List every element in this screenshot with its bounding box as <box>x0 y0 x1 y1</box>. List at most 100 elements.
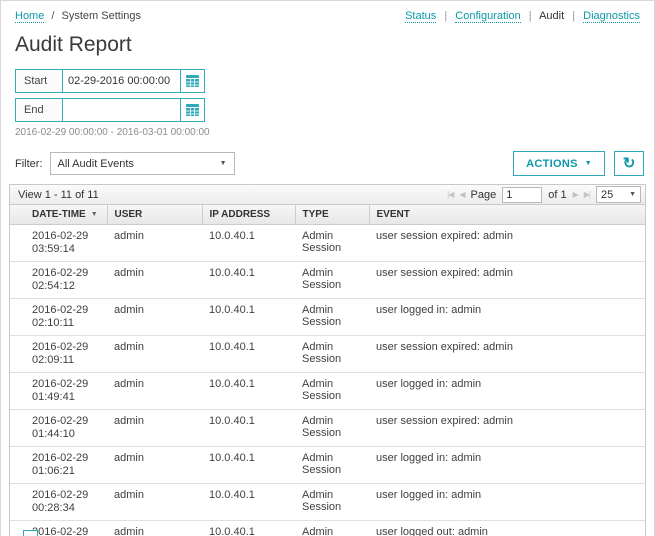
cell-time: 02:10:11 <box>32 317 100 330</box>
cell-type: Admin Session <box>295 483 369 520</box>
filter-selected-value: All Audit Events <box>58 158 134 170</box>
cell-user: admin <box>107 483 202 520</box>
nav-separator: | <box>529 10 532 22</box>
audit-grid: View 1 - 11 of 11 |◀ ◀ Page of 1 ▶ ▶| 25… <box>9 184 646 536</box>
cell-ip-address: 10.0.40.1 <box>202 372 295 409</box>
cell-date: 2016-02-29 <box>32 526 100 536</box>
calendar-icon <box>186 75 199 87</box>
cell-time: 01:49:41 <box>32 391 100 404</box>
cell-type: Admin Session <box>295 446 369 483</box>
nav-status-link[interactable]: Status <box>405 10 436 23</box>
cell-ip-address: 10.0.40.1 <box>202 224 295 261</box>
table-row[interactable]: 2016-02-29 01:06:21 admin 10.0.40.1 Admi… <box>10 446 645 483</box>
cell-time: 01:06:21 <box>32 465 100 478</box>
table-row[interactable]: 2016-02-29 00:28:28 admin 10.0.40.1 Admi… <box>10 520 645 536</box>
cell-event: user session expired: admin <box>369 335 645 372</box>
prev-page-button[interactable]: ◀ <box>459 190 464 199</box>
cell-date-time: 2016-02-29 01:49:41 <box>10 372 107 409</box>
cell-ip-address: 10.0.40.1 <box>202 261 295 298</box>
cell-event: user session expired: admin <box>369 261 645 298</box>
calendar-icon <box>186 104 199 116</box>
column-label: DATE-TIME <box>32 209 86 220</box>
cell-ip-address: 10.0.40.1 <box>202 335 295 372</box>
cell-event: user logged in: admin <box>369 298 645 335</box>
cell-time: 02:54:12 <box>32 280 100 293</box>
cell-user: admin <box>107 520 202 536</box>
partial-calendar-box <box>23 530 38 536</box>
cell-user: admin <box>107 372 202 409</box>
top-bar: Home / System Settings Status | Configur… <box>9 1 646 22</box>
cell-user: admin <box>107 224 202 261</box>
cell-date-time: 2016-02-29 03:59:14 <box>10 224 107 261</box>
cell-user: admin <box>107 335 202 372</box>
table-row[interactable]: 2016-02-29 01:44:10 admin 10.0.40.1 Admi… <box>10 409 645 446</box>
pagination: |◀ ◀ Page of 1 ▶ ▶| 25 ▼ <box>447 186 641 203</box>
cell-user: admin <box>107 298 202 335</box>
column-header-event[interactable]: EVENT <box>369 205 645 224</box>
last-page-button[interactable]: ▶| <box>584 190 590 199</box>
cell-date-time: 2016-02-29 01:06:21 <box>10 446 107 483</box>
cell-type: Admin Session <box>295 372 369 409</box>
table-row[interactable]: 2016-02-29 02:54:12 admin 10.0.40.1 Admi… <box>10 261 645 298</box>
cell-date-time: 2016-02-29 01:44:10 <box>10 409 107 446</box>
cell-date-time: 2016-02-29 02:10:11 <box>10 298 107 335</box>
cell-ip-address: 10.0.40.1 <box>202 298 295 335</box>
date-range-text: 2016-02-29 00:00:00 - 2016-03-01 00:00:0… <box>15 127 640 138</box>
end-date-input[interactable] <box>63 99 180 121</box>
audit-events-filter-select[interactable]: All Audit Events ▼ <box>50 152 235 175</box>
chevron-down-icon: ▼ <box>220 160 227 167</box>
column-header-ip-address[interactable]: IP ADDRESS <box>202 205 295 224</box>
nav-configuration-link[interactable]: Configuration <box>455 10 520 23</box>
cell-time: 01:44:10 <box>32 428 100 441</box>
cell-type: Admin Session <box>295 224 369 261</box>
cell-user: admin <box>107 261 202 298</box>
cell-user: admin <box>107 446 202 483</box>
cell-date: 2016-02-29 <box>32 452 100 465</box>
nav-audit-current: Audit <box>539 10 564 22</box>
column-header-user[interactable]: USER <box>107 205 202 224</box>
cell-date: 2016-02-29 <box>32 341 100 354</box>
page-of-text: of 1 <box>548 189 566 201</box>
column-header-date-time[interactable]: DATE-TIME ▼ <box>10 205 107 224</box>
column-header-type[interactable]: TYPE <box>295 205 369 224</box>
refresh-button[interactable]: ↻ <box>614 151 644 176</box>
refresh-icon: ↻ <box>623 156 636 171</box>
cell-type: Admin Session <box>295 409 369 446</box>
start-calendar-button[interactable] <box>180 70 204 92</box>
next-page-button[interactable]: ▶ <box>573 190 578 199</box>
actions-button-label: ACTIONS <box>526 158 578 170</box>
end-date-label: End <box>16 99 63 121</box>
cell-date: 2016-02-29 <box>32 489 100 502</box>
table-row[interactable]: 2016-02-29 02:10:11 admin 10.0.40.1 Admi… <box>10 298 645 335</box>
end-date-field: End <box>15 98 205 122</box>
audit-table: DATE-TIME ▼ USER IP ADDRESS TYPE EVENT 20… <box>10 205 645 536</box>
filter-label: Filter: <box>15 158 43 170</box>
cell-date: 2016-02-29 <box>32 378 100 391</box>
cell-type: Admin Session <box>295 261 369 298</box>
cell-date-time: 2016-02-29 02:09:11 <box>10 335 107 372</box>
cell-type: Admin Session <box>295 335 369 372</box>
table-row[interactable]: 2016-02-29 01:49:41 admin 10.0.40.1 Admi… <box>10 372 645 409</box>
page-number-input[interactable] <box>502 187 542 203</box>
table-header-row: DATE-TIME ▼ USER IP ADDRESS TYPE EVENT <box>10 205 645 224</box>
first-page-button[interactable]: |◀ <box>447 190 453 199</box>
cell-date: 2016-02-29 <box>32 267 100 280</box>
start-date-input[interactable] <box>63 70 180 92</box>
table-row[interactable]: 2016-02-29 00:28:34 admin 10.0.40.1 Admi… <box>10 483 645 520</box>
page-label: Page <box>471 189 497 201</box>
cell-date-time: 2016-02-29 00:28:34 <box>10 483 107 520</box>
breadcrumb-current: System Settings <box>62 10 141 22</box>
breadcrumb-home-link[interactable]: Home <box>15 10 44 23</box>
table-row[interactable]: 2016-02-29 02:09:11 admin 10.0.40.1 Admi… <box>10 335 645 372</box>
cell-ip-address: 10.0.40.1 <box>202 409 295 446</box>
end-calendar-button[interactable] <box>180 99 204 121</box>
table-row[interactable]: 2016-02-29 03:59:14 admin 10.0.40.1 Admi… <box>10 224 645 261</box>
cell-event: user session expired: admin <box>369 224 645 261</box>
cell-user: admin <box>107 409 202 446</box>
sort-desc-icon: ▼ <box>91 211 98 218</box>
audit-table-body: 2016-02-29 03:59:14 admin 10.0.40.1 Admi… <box>10 224 645 536</box>
page-size-select[interactable]: 25 ▼ <box>596 186 641 203</box>
actions-button[interactable]: ACTIONS ▼ <box>513 151 605 176</box>
nav-diagnostics-link[interactable]: Diagnostics <box>583 10 640 23</box>
cell-event: user logged out: admin <box>369 520 645 536</box>
